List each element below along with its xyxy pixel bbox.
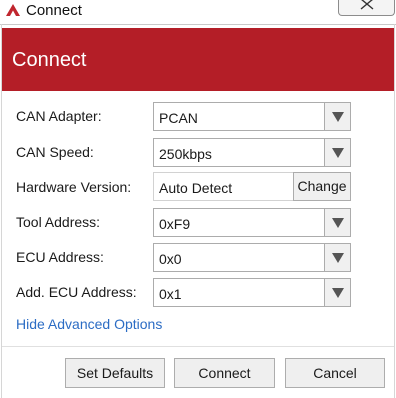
connect-dialog: Connect Connect CAN Adapter: PCAN CAN Sp… — [0, 0, 396, 398]
tool-address-label: Tool Address: — [16, 214, 101, 230]
header-title: Connect — [12, 49, 87, 71]
cancel-button[interactable]: Cancel — [285, 358, 385, 388]
window-title: Connect — [26, 2, 82, 19]
hardware-version-field: Auto Detect — [153, 172, 293, 201]
can-adapter-label: CAN Adapter: — [16, 108, 102, 124]
change-hardware-version-button[interactable]: Change — [293, 172, 351, 201]
close-button[interactable] — [338, 0, 395, 16]
red-triangle-logo-icon — [5, 2, 21, 18]
frame-divider — [0, 24, 396, 25]
hide-advanced-options-link[interactable]: Hide Advanced Options — [16, 315, 162, 333]
tool-address-value: 0xF9 — [159, 216, 191, 232]
connect-button[interactable]: Connect — [174, 358, 275, 388]
dialog-header: Connect — [2, 28, 394, 91]
add-ecu-address-value: 0x1 — [159, 286, 182, 302]
tool-address-dropdown-button[interactable] — [324, 209, 350, 236]
add-ecu-address-select[interactable]: 0x1 — [153, 278, 351, 307]
hardware-version-value: Auto Detect — [159, 180, 233, 196]
can-adapter-dropdown-button[interactable] — [324, 103, 350, 130]
can-speed-dropdown-button[interactable] — [324, 139, 350, 166]
can-adapter-value: PCAN — [159, 110, 198, 126]
ecu-address-value: 0x0 — [159, 251, 182, 267]
add-ecu-address-dropdown-button[interactable] — [324, 279, 350, 306]
hardware-version-label: Hardware Version: — [16, 179, 132, 195]
can-speed-label: CAN Speed: — [16, 144, 94, 160]
can-speed-value: 250kbps — [159, 146, 212, 162]
title-bar: Connect — [0, 0, 396, 24]
can-adapter-select[interactable]: PCAN — [153, 102, 351, 131]
set-defaults-button[interactable]: Set Defaults — [65, 358, 165, 388]
can-speed-select[interactable]: 250kbps — [153, 138, 351, 167]
ecu-address-label: ECU Address: — [16, 249, 104, 265]
ecu-address-select[interactable]: 0x0 — [153, 243, 351, 272]
ecu-address-dropdown-button[interactable] — [324, 244, 350, 271]
frame-border-right — [394, 24, 395, 398]
add-ecu-address-label: Add. ECU Address: — [16, 284, 137, 300]
tool-address-select[interactable]: 0xF9 — [153, 208, 351, 237]
